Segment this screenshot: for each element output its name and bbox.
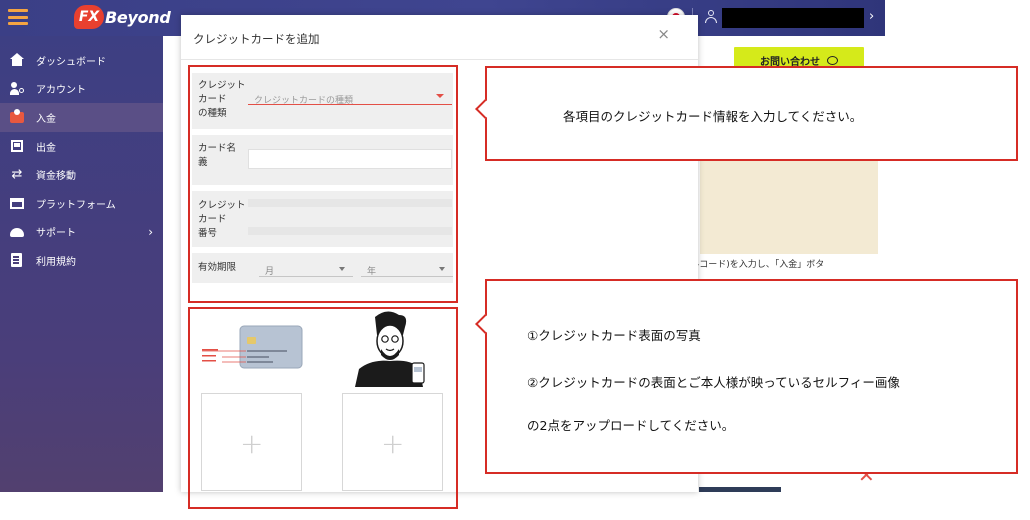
deposit-icon [10, 109, 24, 124]
transfer-icon: ⇄ [11, 166, 23, 182]
redacted-username[interactable] [722, 8, 864, 28]
background-instruction-text: -コード)を入力し、「入金」ボタ [696, 260, 825, 270]
sidebar-item-dashboard[interactable]: ダッシュボード [0, 46, 163, 75]
home-icon [10, 53, 24, 67]
sidebar-item-label: 入金 [36, 113, 56, 125]
sidebar-item-label: 資金移動 [36, 171, 76, 183]
sidebar-item-transfer[interactable]: ⇄ 資金移動 [0, 160, 163, 189]
callout-bottom-line-1: ①クレジットカード表面の写真 [527, 328, 701, 343]
account-icon [10, 81, 24, 96]
user-icon[interactable] [705, 10, 717, 24]
sidebar-item-deposit[interactable]: 入金 [0, 103, 163, 132]
sidebar-item-label: ダッシュボード [36, 56, 106, 68]
brand-logo[interactable]: FX Beyond [74, 4, 171, 30]
divider [181, 59, 698, 60]
callout-bottom-line-2: ②クレジットカードの表面とご本人様が映っているセルフィー画像 [527, 375, 900, 390]
callout-bottom-line-3: の2点をアップロードしてください。 [527, 418, 735, 433]
sidebar-item-label: アカウント [36, 85, 86, 97]
callout-top-text: 各項目のクレジットカード情報を入力してください。 [563, 109, 863, 124]
terms-icon [10, 253, 24, 268]
chevron-right-icon: › [148, 224, 153, 239]
chat-bubble-icon [827, 55, 838, 65]
modal-title: クレジットカードを追加 [193, 32, 320, 46]
sidebar-item-account[interactable]: アカウント [0, 75, 163, 104]
logo-mark: FX [74, 5, 104, 29]
screen: FX Beyond › ダッシュボード アカウント 入金 出金 ⇄ 資金移動 プ… [0, 0, 1030, 520]
sidebar-item-support[interactable]: サポート › [0, 218, 163, 247]
callout-top: 各項目のクレジットカード情報を入力してください。 [475, 66, 1018, 161]
sidebar: ダッシュボード アカウント 入金 出金 ⇄ 資金移動 プラットフォーム サポート… [0, 36, 163, 492]
close-icon[interactable]: × [657, 25, 670, 43]
sidebar-item-terms[interactable]: 利用規約 [0, 246, 163, 275]
support-icon [10, 225, 24, 239]
sidebar-item-label: プラットフォーム [36, 199, 116, 211]
chevron-right-icon[interactable]: › [869, 9, 874, 24]
withdraw-icon [10, 139, 24, 153]
sidebar-item-label: 出金 [36, 142, 56, 154]
callout-bottom: ①クレジットカード表面の写真 ②クレジットカードの表面とご本人様が映っているセル… [475, 279, 1018, 474]
platform-icon [10, 196, 24, 210]
sidebar-item-label: 利用規約 [36, 256, 76, 268]
form-fields-highlight [188, 65, 458, 303]
upload-area-highlight [188, 307, 458, 509]
sidebar-item-withdraw[interactable]: 出金 [0, 132, 163, 161]
hamburger-menu-icon[interactable] [8, 9, 28, 25]
sidebar-item-label: サポート [36, 228, 76, 240]
background-bar [699, 487, 781, 492]
sidebar-item-platform[interactable]: プラットフォーム [0, 189, 163, 218]
logo-text: Beyond [105, 7, 171, 27]
